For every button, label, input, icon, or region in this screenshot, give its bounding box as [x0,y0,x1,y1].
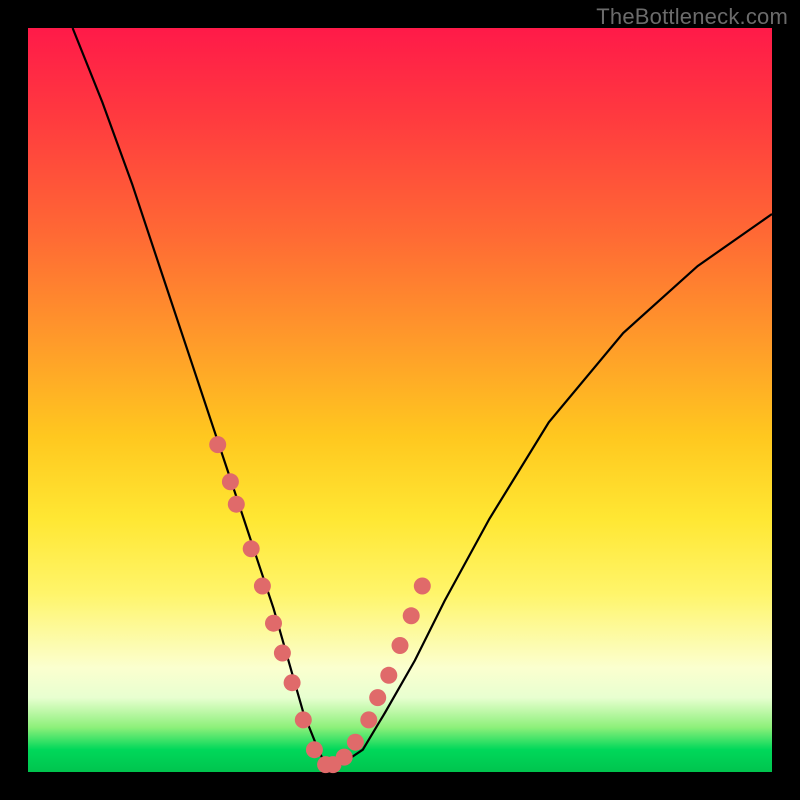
marker-dot [360,711,377,728]
outer-frame: TheBottleneck.com [0,0,800,800]
plot-area [28,28,772,772]
marker-dot [347,734,364,751]
marker-dot [380,667,397,684]
marker-dot [295,711,312,728]
watermark-text: TheBottleneck.com [596,4,788,30]
marker-dot [209,436,226,453]
marker-dot [369,689,386,706]
marker-dot [222,473,239,490]
marker-dot [274,645,291,662]
bottleneck-curve [73,28,772,765]
marker-group [209,436,431,773]
marker-dot [243,540,260,557]
marker-dot [414,578,431,595]
marker-dot [254,578,271,595]
marker-dot [228,496,245,513]
marker-dot [306,741,323,758]
marker-dot [265,615,282,632]
marker-dot [392,637,409,654]
marker-dot [403,607,420,624]
marker-dot [284,674,301,691]
chart-svg [28,28,772,772]
marker-dot [336,749,353,766]
